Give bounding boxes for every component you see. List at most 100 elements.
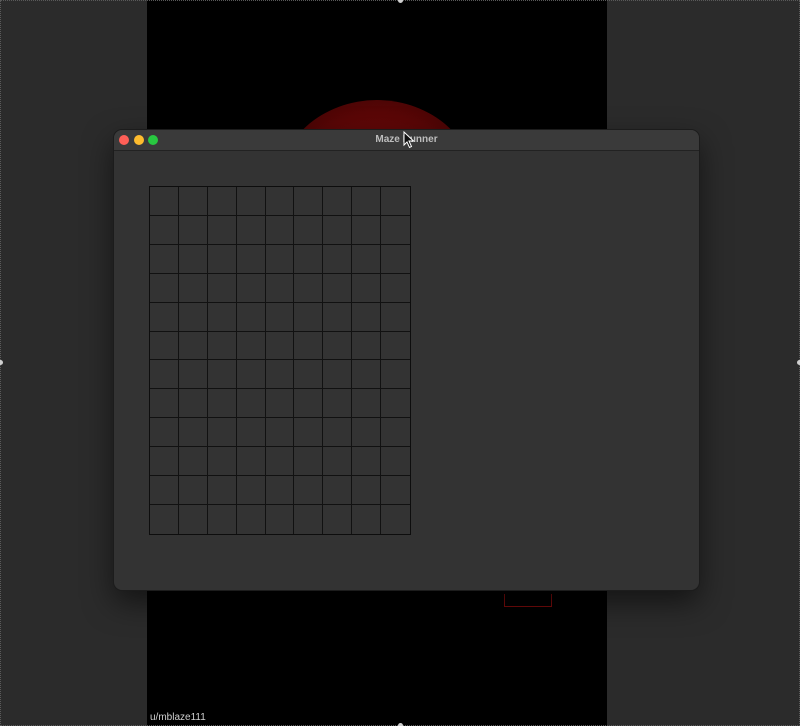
maze-cell[interactable] bbox=[236, 360, 266, 390]
maze-cell[interactable] bbox=[178, 187, 208, 216]
maze-cell[interactable] bbox=[323, 476, 353, 506]
maze-cell[interactable] bbox=[207, 215, 237, 245]
maze-cell[interactable] bbox=[294, 505, 324, 534]
maze-cell[interactable] bbox=[323, 389, 353, 419]
maze-cell[interactable] bbox=[352, 505, 382, 534]
maze-cell[interactable] bbox=[265, 215, 295, 245]
maze-grid[interactable] bbox=[149, 186, 411, 535]
maze-cell[interactable] bbox=[265, 418, 295, 448]
maze-cell[interactable] bbox=[294, 389, 324, 419]
maze-cell[interactable] bbox=[207, 331, 237, 361]
maze-cell[interactable] bbox=[265, 447, 295, 477]
maze-cell[interactable] bbox=[236, 187, 266, 216]
maze-cell[interactable] bbox=[294, 244, 324, 274]
maze-cell[interactable] bbox=[381, 303, 410, 332]
maze-cell[interactable] bbox=[178, 215, 208, 245]
maze-cell[interactable] bbox=[323, 331, 353, 361]
maze-cell[interactable] bbox=[294, 447, 324, 477]
maze-cell[interactable] bbox=[207, 447, 237, 477]
maze-cell[interactable] bbox=[381, 476, 410, 506]
maze-cell[interactable] bbox=[265, 360, 295, 390]
maze-cell[interactable] bbox=[294, 360, 324, 390]
maze-cell[interactable] bbox=[150, 244, 179, 274]
maze-cell[interactable] bbox=[352, 476, 382, 506]
maze-cell[interactable] bbox=[236, 215, 266, 245]
maze-cell[interactable] bbox=[207, 418, 237, 448]
maze-cell[interactable] bbox=[178, 302, 208, 332]
maze-cell[interactable] bbox=[294, 476, 324, 506]
maze-cell[interactable] bbox=[236, 389, 266, 419]
maze-cell[interactable] bbox=[352, 187, 382, 216]
title-bar[interactable]: Maze Runner bbox=[114, 130, 699, 151]
maze-cell[interactable] bbox=[207, 273, 237, 303]
maze-cell[interactable] bbox=[323, 505, 353, 534]
maze-cell[interactable] bbox=[381, 360, 410, 390]
maze-cell[interactable] bbox=[178, 331, 208, 361]
maze-cell[interactable] bbox=[323, 302, 353, 332]
maze-cell[interactable] bbox=[178, 418, 208, 448]
maze-cell[interactable] bbox=[150, 273, 179, 303]
maze-cell[interactable] bbox=[150, 331, 179, 361]
maze-cell[interactable] bbox=[150, 389, 179, 419]
maze-cell[interactable] bbox=[352, 273, 382, 303]
maze-cell[interactable] bbox=[294, 331, 324, 361]
maze-cell[interactable] bbox=[381, 332, 410, 361]
maze-cell[interactable] bbox=[150, 418, 179, 448]
maze-cell[interactable] bbox=[265, 273, 295, 303]
maze-cell[interactable] bbox=[381, 389, 410, 419]
maze-cell[interactable] bbox=[265, 187, 295, 216]
maze-cell[interactable] bbox=[294, 187, 324, 216]
maze-cell[interactable] bbox=[208, 505, 237, 534]
resize-handle-left[interactable] bbox=[0, 360, 3, 365]
maze-cell[interactable] bbox=[150, 476, 179, 506]
maze-cell[interactable] bbox=[323, 418, 353, 448]
maze-cell[interactable] bbox=[207, 244, 237, 274]
maze-cell[interactable] bbox=[207, 302, 237, 332]
maze-cell[interactable] bbox=[207, 187, 237, 216]
maze-cell[interactable] bbox=[237, 505, 266, 534]
maze-cell[interactable] bbox=[381, 447, 410, 477]
maze-cell[interactable] bbox=[352, 331, 382, 361]
maze-cell[interactable] bbox=[207, 389, 237, 419]
maze-cell[interactable] bbox=[236, 476, 266, 506]
maze-cell[interactable] bbox=[236, 331, 266, 361]
maze-cell[interactable] bbox=[294, 273, 324, 303]
maze-cell[interactable] bbox=[265, 389, 295, 419]
maze-cell[interactable] bbox=[150, 360, 179, 390]
maze-cell[interactable] bbox=[352, 418, 382, 448]
maze-cell[interactable] bbox=[265, 244, 295, 274]
maze-cell[interactable] bbox=[150, 215, 179, 245]
maze-cell[interactable] bbox=[323, 360, 353, 390]
maze-cell[interactable] bbox=[236, 302, 266, 332]
maze-cell[interactable] bbox=[381, 216, 410, 245]
maze-cell[interactable] bbox=[178, 360, 208, 390]
maze-cell[interactable] bbox=[150, 505, 179, 534]
maze-cell[interactable] bbox=[352, 302, 382, 332]
maze-cell[interactable] bbox=[352, 244, 382, 274]
maze-cell[interactable] bbox=[178, 447, 208, 477]
maze-cell[interactable] bbox=[178, 389, 208, 419]
maze-cell[interactable] bbox=[381, 505, 410, 534]
maze-cell[interactable] bbox=[352, 360, 382, 390]
maze-cell[interactable] bbox=[178, 476, 208, 506]
maze-cell[interactable] bbox=[352, 215, 382, 245]
maze-cell[interactable] bbox=[265, 331, 295, 361]
maze-cell[interactable] bbox=[381, 245, 410, 274]
maze-cell[interactable] bbox=[179, 505, 208, 534]
maze-cell[interactable] bbox=[294, 302, 324, 332]
maze-cell[interactable] bbox=[236, 418, 266, 448]
maze-cell[interactable] bbox=[381, 418, 410, 448]
maze-cell[interactable] bbox=[207, 476, 237, 506]
maze-cell[interactable] bbox=[236, 447, 266, 477]
maze-cell[interactable] bbox=[265, 302, 295, 332]
maze-cell[interactable] bbox=[178, 244, 208, 274]
maze-cell[interactable] bbox=[381, 274, 410, 303]
maze-cell[interactable] bbox=[207, 360, 237, 390]
maze-cell[interactable] bbox=[352, 447, 382, 477]
maze-cell[interactable] bbox=[352, 389, 382, 419]
maze-cell[interactable] bbox=[178, 273, 208, 303]
maze-cell[interactable] bbox=[266, 505, 295, 534]
maze-cell[interactable] bbox=[381, 187, 410, 216]
app-window[interactable]: Maze Runner bbox=[114, 130, 699, 590]
maze-cell[interactable] bbox=[150, 302, 179, 332]
